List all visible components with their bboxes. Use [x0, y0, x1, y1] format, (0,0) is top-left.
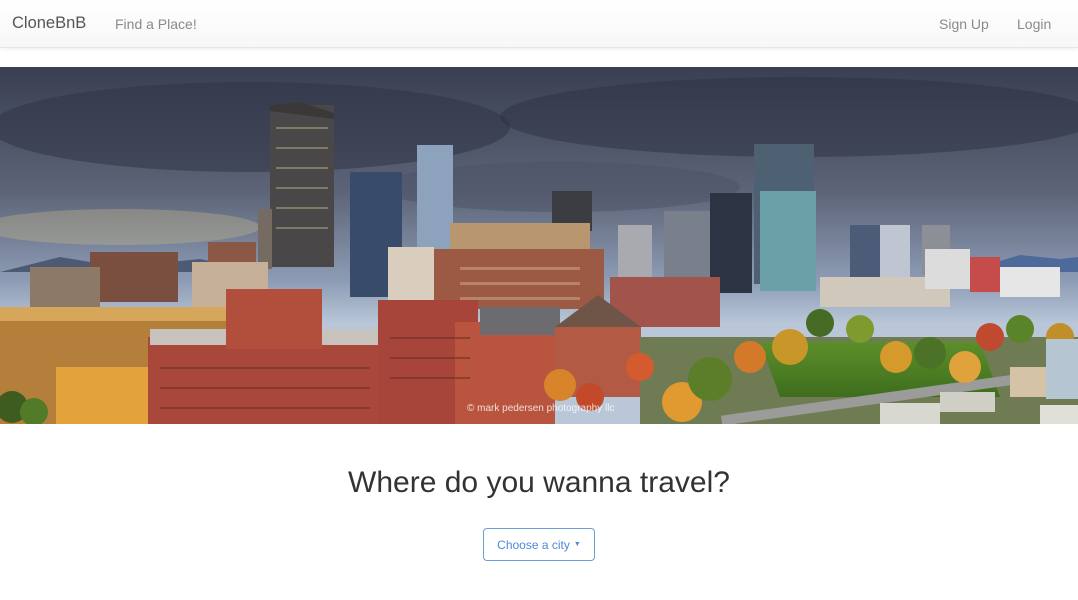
sign-up-link[interactable]: Sign Up [939, 16, 989, 32]
caret-down-icon: ▼ [573, 541, 581, 548]
photo-credit: © mark pedersen photography llc [467, 403, 615, 414]
choose-city-dropdown-button[interactable]: Choose a city ▼ [483, 528, 595, 561]
hero-city-image: © mark pedersen photography llc [0, 67, 1078, 424]
login-link[interactable]: Login [1017, 16, 1051, 32]
find-a-place-link[interactable]: Find a Place! [115, 16, 197, 32]
top-navbar: CloneBnB Find a Place! Sign Up Login [0, 0, 1078, 48]
city-skyline-illustration [0, 67, 1078, 424]
page-headline: Where do you wanna travel? [348, 466, 730, 499]
brand-logo-link[interactable]: CloneBnB [12, 14, 86, 33]
choose-city-label: Choose a city [497, 537, 570, 552]
